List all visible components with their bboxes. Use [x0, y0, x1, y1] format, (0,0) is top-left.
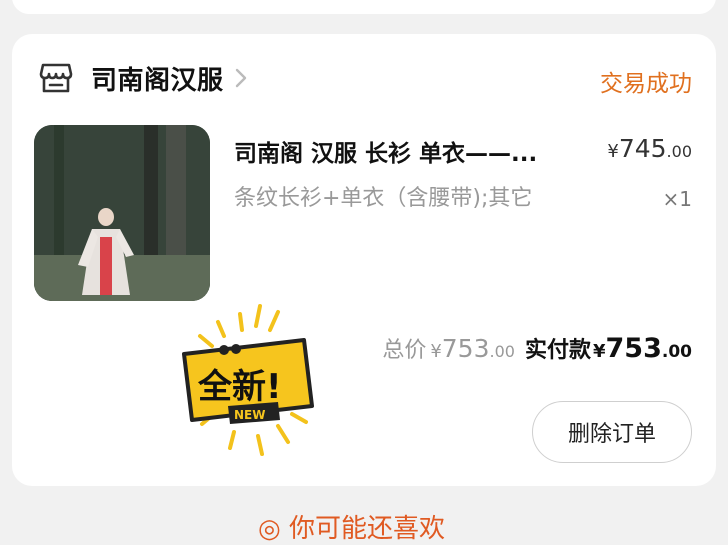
badge-main-text: 全新! [197, 367, 282, 407]
store-header[interactable]: 司南阁汉服 [38, 58, 248, 98]
paid-currency: ¥ [592, 341, 606, 362]
order-totals: 总价 ¥753.00 实付款 ¥753.00 [382, 332, 692, 364]
total-decimal: .00 [489, 342, 515, 361]
total-value: ¥753.00 [430, 334, 515, 363]
paid-decimal: .00 [661, 342, 692, 362]
total-label: 总价 [382, 338, 427, 363]
recommendations-heading: ◎ 你可能还喜欢 [258, 514, 445, 544]
order-status: 交易成功 [600, 71, 692, 97]
product-photo-placeholder [34, 125, 210, 301]
paid-value: ¥753.00 [593, 333, 692, 364]
chevron-right-icon[interactable] [234, 66, 248, 90]
new-badge-icon: 全新! NEW [182, 304, 314, 456]
store-icon [39, 63, 73, 93]
total-currency: ¥ [430, 341, 442, 362]
product-variant: 条纹长衫+单衣（含腰带);其它 [234, 186, 533, 211]
store-name[interactable]: 司南阁汉服 [91, 60, 224, 97]
paid-label: 实付款 [524, 338, 591, 363]
total-integer: 753 [441, 334, 490, 363]
delete-order-button[interactable]: 删除订单 [532, 401, 692, 463]
paid-integer: 753 [605, 333, 662, 364]
item-quantity: ×1 [662, 187, 692, 211]
price-integer: 745 [618, 134, 667, 163]
product-title[interactable]: 司南阁 汉服 长衫 单衣——... [234, 134, 574, 168]
price-currency: ¥ [607, 141, 619, 162]
item-price: ¥745.00 [607, 134, 692, 163]
price-decimal: .00 [666, 142, 692, 161]
order-card[interactable]: 司南阁汉服 交易成功 司南阁 汉服 长衫 单衣——... 条纹长衫+单衣（含腰带… [12, 34, 716, 486]
previous-card [12, 0, 716, 14]
product-image[interactable] [34, 125, 210, 301]
badge-sub-text: NEW [234, 408, 265, 422]
